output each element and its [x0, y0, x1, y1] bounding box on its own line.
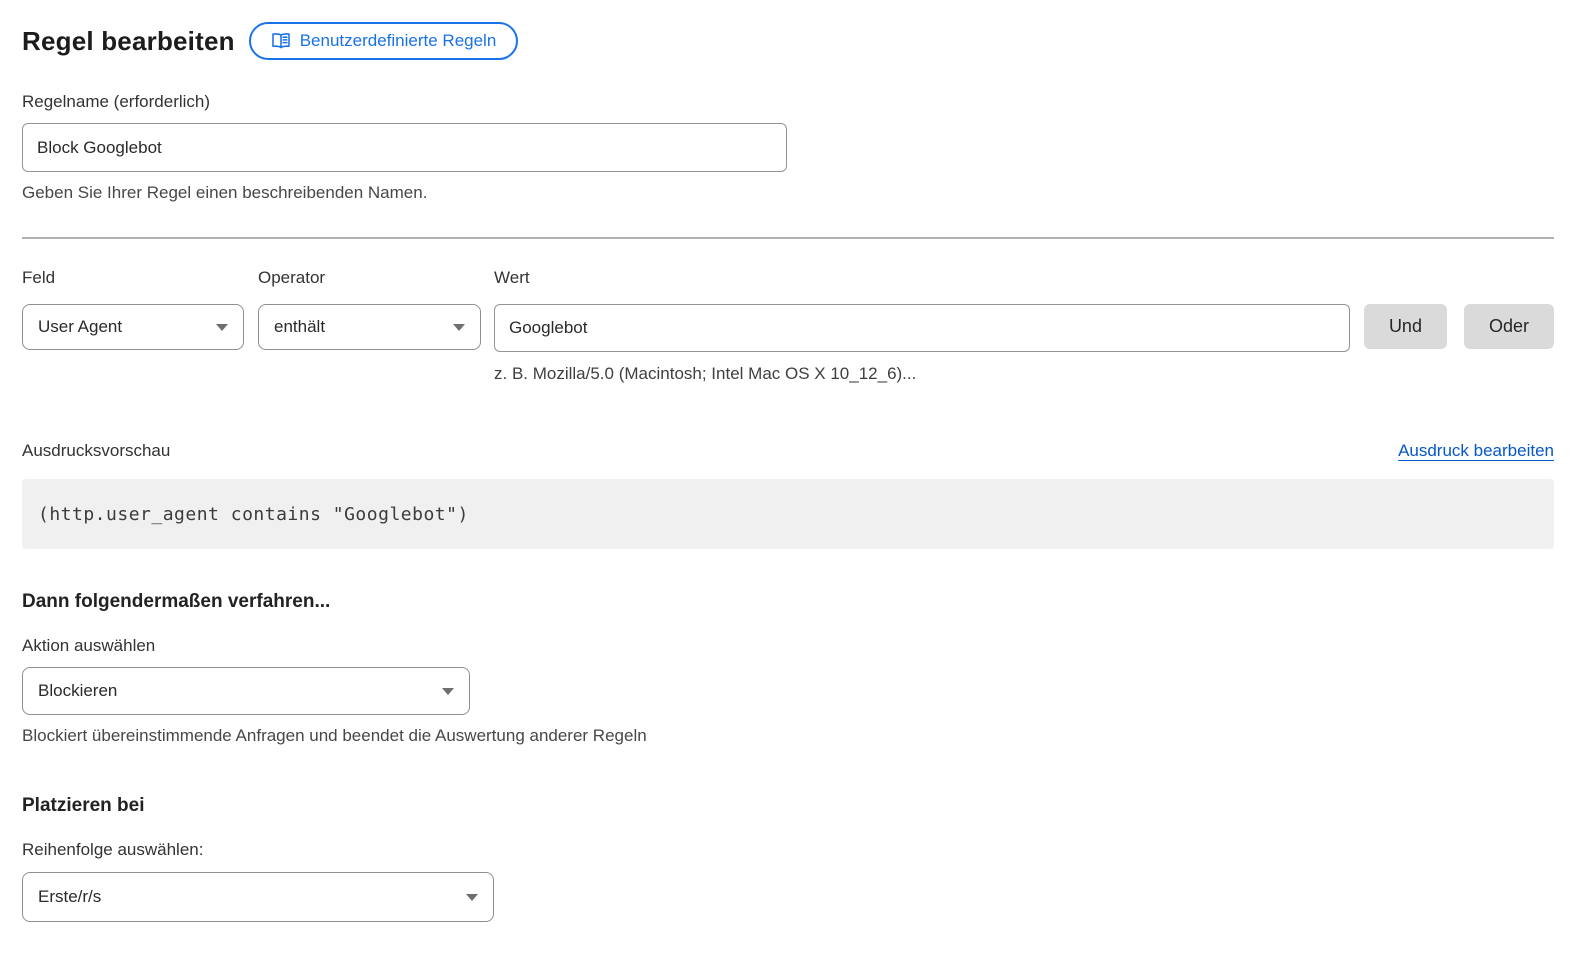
expression-preview-box: (http.user_agent contains "Googlebot")	[22, 479, 1554, 549]
chevron-down-icon	[466, 894, 478, 901]
rule-name-help: Geben Sie Ihrer Regel einen beschreibend…	[22, 182, 1554, 203]
expression-preview-label: Ausdrucksvorschau	[22, 440, 170, 461]
value-input[interactable]	[494, 304, 1350, 352]
action-select-value: Blockieren	[38, 681, 117, 701]
field-select[interactable]: User Agent	[22, 304, 244, 350]
rule-name-label: Regelname (erforderlich)	[22, 92, 210, 111]
placement-heading: Platzieren bei	[22, 794, 1554, 817]
placement-label: Reihenfolge auswählen:	[22, 839, 1554, 860]
value-hint: z. B. Mozilla/5.0 (Macintosh; Intel Mac …	[494, 363, 1350, 384]
operator-label: Operator	[258, 267, 481, 288]
open-book-icon	[271, 32, 291, 50]
section-divider	[22, 237, 1554, 239]
edit-expression-link[interactable]: Ausdruck bearbeiten	[1398, 441, 1554, 461]
value-label: Wert	[494, 267, 1350, 288]
page-title: Regel bearbeiten	[22, 26, 235, 57]
edit-rule-page: Regel bearbeiten Benutzerdefinierte Rege…	[0, 0, 1570, 922]
custom-rules-docs-button[interactable]: Benutzerdefinierte Regeln	[249, 22, 519, 60]
and-button[interactable]: Und	[1364, 304, 1447, 349]
rule-name-input[interactable]	[22, 123, 787, 172]
or-button[interactable]: Oder	[1464, 304, 1554, 349]
action-heading: Dann folgendermaßen verfahren...	[22, 590, 1554, 613]
placement-section: Platzieren bei Reihenfolge auswählen: Er…	[22, 794, 1554, 922]
expression-header: Ausdrucksvorschau Ausdruck bearbeiten	[22, 440, 1554, 461]
field-select-value: User Agent	[38, 317, 122, 337]
value-column: Wert z. B. Mozilla/5.0 (Macintosh; Intel…	[494, 267, 1350, 384]
placement-select-value: Erste/r/s	[38, 887, 101, 907]
field-label: Feld	[22, 267, 244, 288]
logic-buttons: Und Oder	[1364, 304, 1554, 349]
action-select[interactable]: Blockieren	[22, 667, 470, 715]
chevron-down-icon	[216, 324, 228, 331]
rule-name-group: Regelname (erforderlich) Geben Sie Ihrer…	[22, 91, 1554, 203]
action-section: Dann folgendermaßen verfahren... Aktion …	[22, 590, 1554, 746]
custom-rules-docs-label: Benutzerdefinierte Regeln	[300, 31, 497, 51]
field-column: Feld User Agent	[22, 267, 244, 350]
page-header: Regel bearbeiten Benutzerdefinierte Rege…	[22, 22, 1554, 60]
action-label: Aktion auswählen	[22, 635, 1554, 656]
action-help: Blockiert übereinstimmende Anfragen und …	[22, 725, 1554, 746]
placement-order-select[interactable]: Erste/r/s	[22, 872, 494, 922]
operator-select-value: enthält	[274, 317, 325, 337]
operator-column: Operator enthält	[258, 267, 481, 350]
operator-select[interactable]: enthält	[258, 304, 481, 350]
condition-row: Feld User Agent Operator enthält Wert z.…	[22, 267, 1554, 384]
expression-code: (http.user_agent contains "Googlebot")	[38, 504, 469, 525]
chevron-down-icon	[453, 324, 465, 331]
chevron-down-icon	[442, 688, 454, 695]
